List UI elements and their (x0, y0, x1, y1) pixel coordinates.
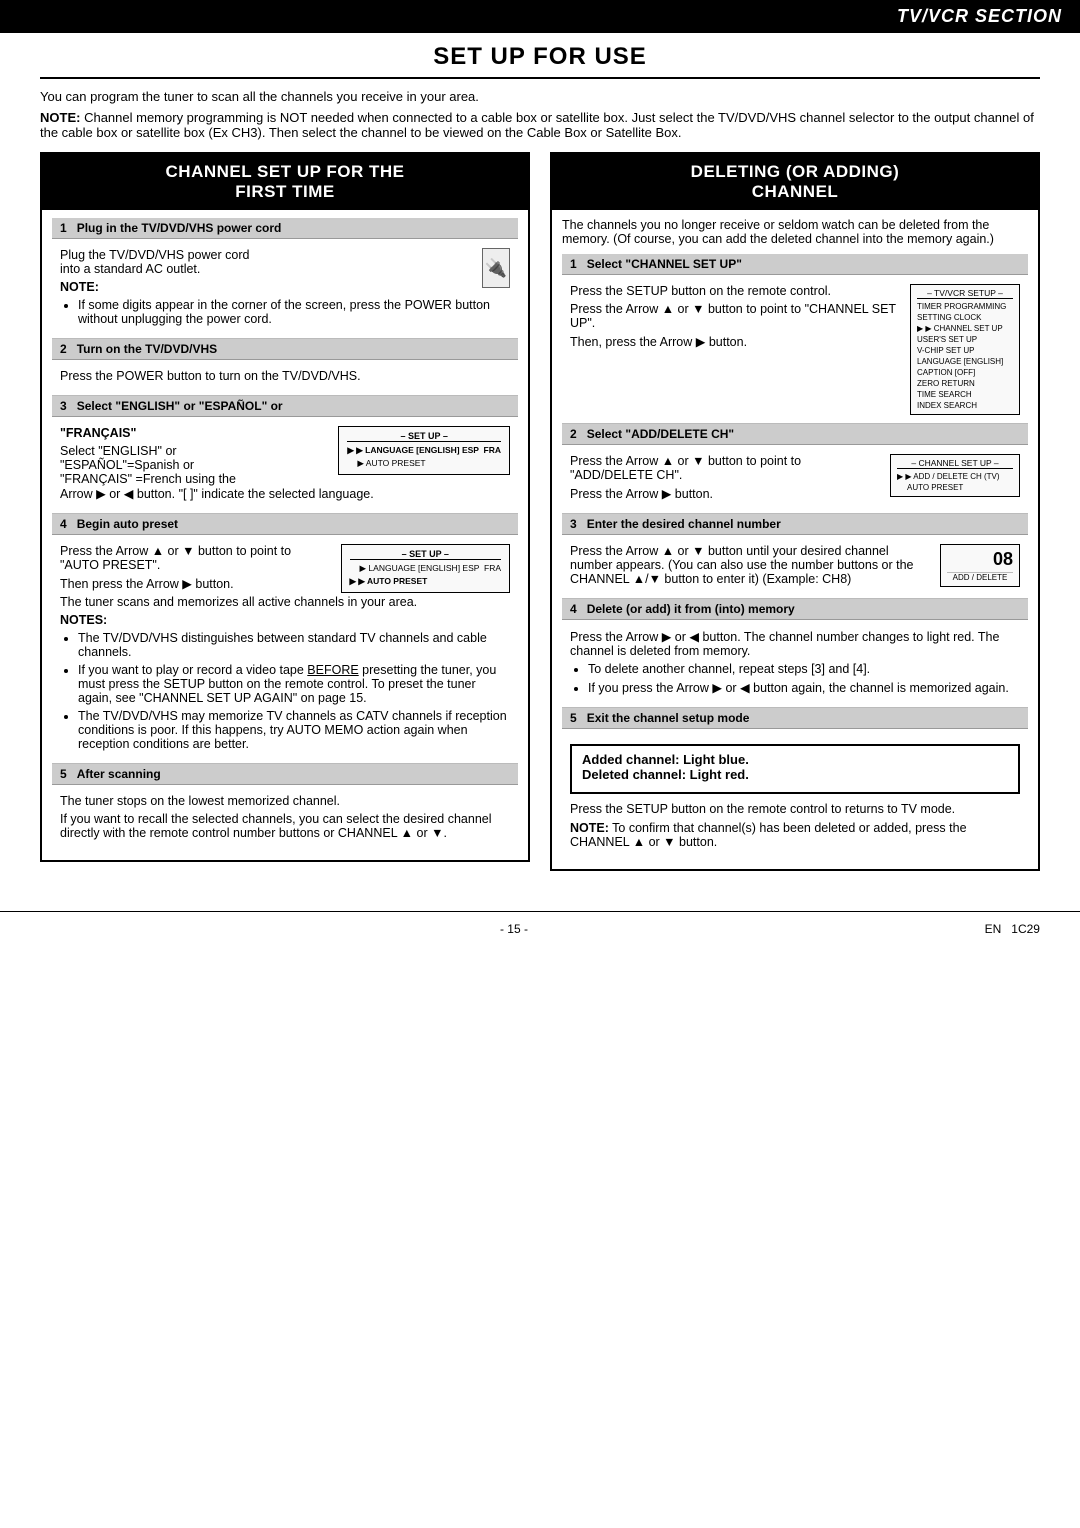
step2-content: Press the POWER button to turn on the TV… (52, 365, 518, 396)
step2-header: 2 Turn on the TV/DVD/VHS (52, 339, 518, 360)
right-section: DELETING (OR ADDING) CHANNEL The channel… (550, 152, 1040, 871)
step3-header: 3 Select "ENGLISH" or "ESPAÑOL" or (52, 396, 518, 417)
footer-left (40, 922, 43, 936)
r-step1-content: – TV/VCR SETUP – TIMER PROGRAMMING SETTI… (562, 280, 1028, 424)
right-section-header: DELETING (OR ADDING) CHANNEL (552, 154, 1038, 210)
intro-note-bold: NOTE: (40, 110, 80, 125)
r-step4-bullets: To delete another channel, repeat steps … (570, 662, 1020, 695)
r-step5-content: Added channel: Light blue.Deleted channe… (562, 734, 1028, 861)
step5-content: The tuner stops on the lowest memorized … (52, 790, 518, 852)
footer-page-num: - 15 - (500, 922, 528, 936)
right-section-body: The channels you no longer receive or se… (552, 210, 1038, 869)
r-step3-display: 08 ADD / DELETE (940, 544, 1020, 587)
step5-header: 5 After scanning (52, 764, 518, 785)
intro-line1: You can program the tuner to scan all th… (40, 89, 1040, 104)
intro-note: NOTE: Channel memory programming is NOT … (40, 110, 1040, 140)
footer-right: EN 1C29 (985, 922, 1040, 936)
left-section-body: 1 Plug in the TV/DVD/VHS power cord 🔌 Pl… (42, 210, 528, 860)
left-section: CHANNEL SET UP FOR THE FIRST TIME 1 Plug… (40, 152, 530, 862)
step4-screen: – SET UP – LANGUAGE [ENGLISH] ESP FRA ▶ … (341, 544, 510, 593)
r-step3-content: 08 ADD / DELETE Press the Arrow ▲ or ▼ b… (562, 540, 1028, 599)
two-column-layout: CHANNEL SET UP FOR THE FIRST TIME 1 Plug… (40, 152, 1040, 871)
step4-header: 4 Begin auto preset (52, 514, 518, 535)
step3-content: – SET UP – ▶ LANGUAGE [ENGLISH] ESP FRA … (52, 422, 518, 514)
tvvcr-header: TV/VCR SECTION (0, 0, 1080, 33)
tvvcr-section-label: TV/VCR SECTION (897, 6, 1062, 26)
step1-notes: If some digits appear in the corner of t… (60, 298, 510, 326)
page-title: SET UP FOR USE (40, 43, 1040, 79)
step1-header: 1 Plug in the TV/DVD/VHS power cord (52, 218, 518, 239)
r-step4-content: Press the Arrow ▶ or ◀ button. The chann… (562, 625, 1028, 708)
step1-content: 🔌 Plug the TV/DVD/VHS power cordinto a s… (52, 244, 518, 339)
r-step5-header: 5 Exit the channel setup mode (562, 708, 1028, 729)
page-footer: - 15 - EN 1C29 (0, 911, 1080, 936)
r-step2-header: 2 Select "ADD/DELETE CH" (562, 424, 1028, 445)
r-step4-header: 4 Delete (or add) it from (into) memory (562, 599, 1028, 620)
right-intro: The channels you no longer receive or se… (562, 218, 1028, 246)
r-step2-menu: – CHANNEL SET UP – ▶ ADD / DELETE CH (TV… (890, 454, 1020, 497)
highlight-box: Added channel: Light blue.Deleted channe… (570, 744, 1020, 794)
r-step1-menu: – TV/VCR SETUP – TIMER PROGRAMMING SETTI… (910, 284, 1020, 415)
r-step1-header: 1 Select "CHANNEL SET UP" (562, 254, 1028, 275)
step4-content: – SET UP – LANGUAGE [ENGLISH] ESP FRA ▶ … (52, 540, 518, 764)
step3-screen: – SET UP – ▶ LANGUAGE [ENGLISH] ESP FRA … (338, 426, 510, 475)
plug-icon: 🔌 (482, 248, 510, 288)
r-step3-header: 3 Enter the desired channel number (562, 514, 1028, 535)
step4-notes: The TV/DVD/VHS distinguishes between sta… (60, 631, 510, 751)
left-section-header: CHANNEL SET UP FOR THE FIRST TIME (42, 154, 528, 210)
r-step2-content: – CHANNEL SET UP – ▶ ADD / DELETE CH (TV… (562, 450, 1028, 514)
